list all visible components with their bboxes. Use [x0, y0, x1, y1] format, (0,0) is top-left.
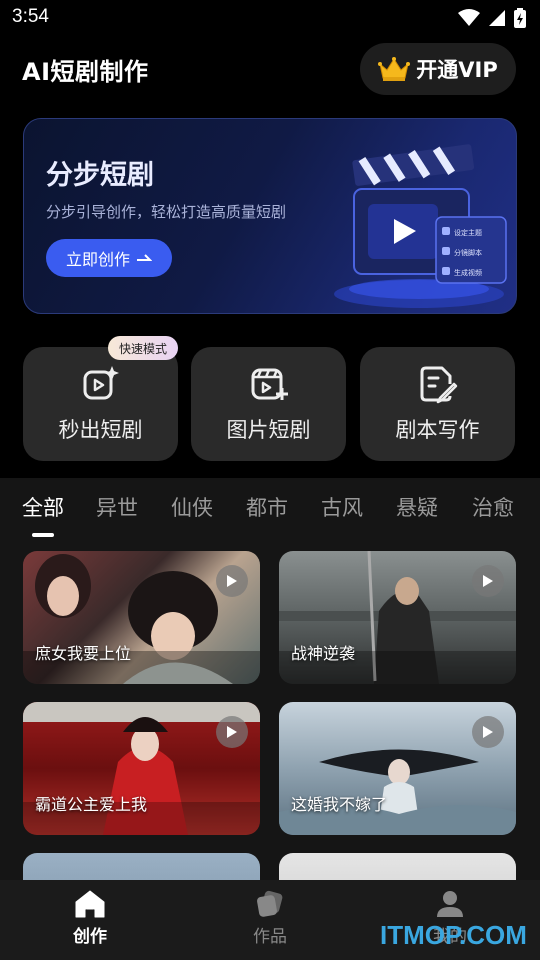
drama-card[interactable]: 庶女我要上位	[23, 551, 260, 684]
drama-title: 庶女我要上位	[35, 644, 132, 663]
play-icon	[227, 575, 237, 587]
drama-card[interactable]: 这婚我不嫁了	[279, 702, 516, 835]
tool-label: 剧本写作	[395, 418, 480, 442]
works-icon	[257, 890, 283, 917]
tab-urban[interactable]: 都市	[246, 492, 288, 522]
battery-icon	[514, 8, 526, 28]
play-icon	[483, 575, 493, 587]
signal-icon	[489, 10, 505, 26]
script-edit-icon	[420, 366, 457, 404]
create-now-button[interactable]: 立即创作	[46, 239, 172, 277]
play-button[interactable]	[472, 565, 504, 597]
tab-healing[interactable]: 治愈	[472, 492, 514, 522]
tool-image-drama[interactable]: 图片短剧	[191, 347, 346, 461]
nav-works[interactable]: 作品	[230, 890, 310, 947]
drama-title: 战神逆袭	[291, 644, 356, 663]
drama-title: 霸道公主爱上我	[35, 795, 148, 814]
create-now-label: 立即创作	[65, 250, 130, 269]
tool-label: 图片短剧	[226, 418, 311, 442]
banner-subtitle: 分步引导创作，轻松打造高质量短剧	[46, 203, 287, 221]
profile-icon	[437, 891, 463, 917]
app-title: AI短剧制作	[22, 58, 149, 86]
play-icon	[227, 726, 237, 738]
vip-label: 开通VIP	[416, 58, 498, 82]
image-video-icon	[251, 368, 288, 400]
clapperboard-illustration: 设定主题 分镜脚本 生成视频	[334, 144, 507, 308]
banner-step-drama[interactable]: 分步短剧 分步引导创作，轻松打造高质量短剧 立即创作 设定主题 分镜脚本 生成视…	[23, 118, 517, 314]
play-button[interactable]	[216, 565, 248, 597]
tool-label: 秒出短剧	[58, 418, 143, 442]
vip-button[interactable]: 开通VIP	[360, 43, 516, 95]
home-icon	[75, 890, 105, 918]
sparkle-video-icon	[83, 366, 119, 400]
play-button[interactable]	[472, 716, 504, 748]
status-bar: 3:54	[0, 0, 540, 36]
nav-label: 创作	[73, 927, 107, 947]
drama-card[interactable]	[23, 853, 260, 880]
tab-otherworld[interactable]: 异世	[96, 492, 138, 522]
arrow-right-icon	[137, 254, 152, 261]
drama-card[interactable]	[279, 853, 516, 880]
active-tab-indicator	[32, 533, 54, 537]
status-time: 3:54	[12, 6, 49, 27]
drama-card[interactable]: 战神逆袭	[279, 551, 516, 684]
watermark: ITMOP.COM	[380, 920, 527, 950]
crown-icon	[378, 57, 411, 81]
drama-title: 这婚我不嫁了	[291, 795, 388, 814]
play-button[interactable]	[216, 716, 248, 748]
status-icons	[458, 8, 526, 28]
tab-ancient[interactable]: 古风	[321, 492, 363, 522]
art-step-2: 分镜脚本	[454, 248, 482, 257]
tool-quick-drama[interactable]: 秒出短剧	[23, 347, 178, 461]
nav-label: 作品	[253, 927, 287, 947]
art-step-3: 生成视频	[454, 268, 482, 277]
tab-all[interactable]: 全部	[22, 492, 64, 522]
tool-script-writing[interactable]: 剧本写作	[360, 347, 515, 461]
nav-create[interactable]: 创作	[50, 890, 130, 947]
wifi-icon	[458, 9, 480, 26]
tab-mystery[interactable]: 悬疑	[396, 492, 438, 522]
fast-mode-badge: 快速模式	[108, 336, 178, 360]
play-icon	[483, 726, 493, 738]
tab-xianxia[interactable]: 仙侠	[171, 492, 213, 522]
art-step-1: 设定主题	[454, 228, 482, 237]
banner-title: 分步短剧	[46, 160, 154, 191]
drama-card[interactable]: 霸道公主爱上我	[23, 702, 260, 835]
drama-library: 全部 异世 仙侠 都市 古风 悬疑 治愈 庶女我要上位 战神逆袭 霸道公主爱上我…	[0, 478, 540, 880]
category-tabs: 全部 异世 仙侠 都市 古风 悬疑 治愈	[0, 492, 540, 532]
